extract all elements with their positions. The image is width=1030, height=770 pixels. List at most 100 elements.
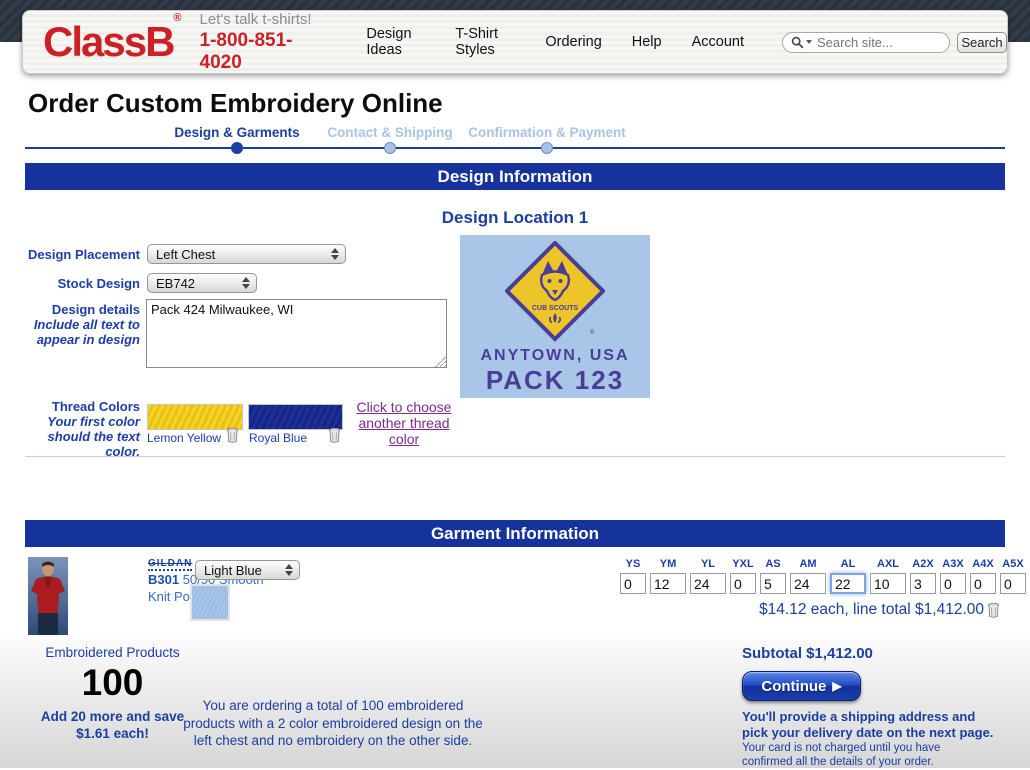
- search-icon: [791, 36, 812, 49]
- thread-name: Lemon Yellow: [147, 431, 221, 445]
- size-col-am: AM: [790, 558, 826, 594]
- remove-line-trash-icon[interactable]: [988, 603, 999, 623]
- design-preview: CUB SCOUTS ® ANYTOWN, USA PACK 123: [460, 235, 650, 398]
- design-details-sublabel: Include all text to: [0, 317, 140, 332]
- size-label: YXL: [732, 558, 753, 570]
- embroidered-products-label: Embroidered Products: [40, 645, 185, 660]
- thread-swatch-royal-blue[interactable]: [248, 404, 343, 430]
- size-input-axl[interactable]: [870, 573, 906, 594]
- garment-information-header: Garment Information: [25, 520, 1005, 547]
- select-stepper-icon: [242, 277, 250, 289]
- garment-color-value: Light Blue: [204, 563, 262, 578]
- size-input-al-focused[interactable]: [830, 573, 866, 594]
- design-details-label-text: Design details: [52, 302, 140, 317]
- step-dot-active-icon: [231, 142, 243, 154]
- design-location-title: Design Location 1: [0, 208, 1030, 228]
- size-input-am[interactable]: [790, 573, 826, 594]
- size-label: A2X: [912, 558, 933, 570]
- line-price: $14.12 each, line total $1,412.00: [600, 601, 984, 619]
- shipping-note: You'll provide a shipping address and pi…: [742, 709, 1000, 742]
- size-col-as: AS: [760, 558, 786, 594]
- size-label: AS: [765, 558, 780, 570]
- product-photo[interactable]: [28, 557, 68, 635]
- size-col-ym: YM: [650, 558, 686, 594]
- size-input-yl[interactable]: [690, 573, 726, 594]
- size-label: YS: [626, 558, 641, 570]
- size-col-a4x: A4X: [970, 558, 996, 594]
- size-col-yl: YL: [690, 558, 726, 594]
- search-input[interactable]: [817, 35, 932, 50]
- step-dot-icon: [384, 142, 396, 154]
- size-label: AL: [841, 558, 856, 570]
- preview-text-line2: PACK 123: [460, 365, 650, 396]
- classb-logo[interactable]: ClassB®: [43, 21, 182, 63]
- size-label: YM: [660, 558, 677, 570]
- page: ClassB® Let's talk t-shirts! 1-800-851-4…: [0, 0, 1030, 768]
- step-label: Contact & Shipping: [327, 125, 452, 140]
- section-divider: [25, 456, 1005, 457]
- step-design-garments: Design & Garments: [152, 125, 322, 140]
- size-col-a2x: A2X: [910, 558, 936, 594]
- size-label: AXL: [877, 558, 899, 570]
- design-details-label: Design details Include all text to appea…: [0, 302, 140, 347]
- card-note: Your card is not charged until you have …: [742, 741, 992, 770]
- size-input-a4x[interactable]: [970, 573, 996, 594]
- choose-link-line1: Click to choose: [357, 399, 452, 415]
- embroidered-products-count: 100: [40, 662, 185, 704]
- design-placement-label: Design Placement: [0, 247, 140, 262]
- garment-color-select[interactable]: Light Blue: [195, 560, 300, 580]
- size-input-a3x[interactable]: [940, 573, 966, 594]
- search-button[interactable]: Search: [957, 32, 1007, 53]
- textarea-resize-handle-icon[interactable]: [435, 356, 446, 367]
- size-input-a5x[interactable]: [1000, 573, 1026, 594]
- thread-name: Royal Blue: [249, 431, 307, 445]
- subtotal: Subtotal $1,412.00: [742, 645, 873, 662]
- size-input-a2x[interactable]: [910, 573, 936, 594]
- tagline: Let's talk t-shirts!: [200, 11, 319, 28]
- size-input-as[interactable]: [760, 573, 786, 594]
- continue-arrow-icon: ▶: [832, 679, 841, 693]
- nav-help[interactable]: Help: [632, 34, 662, 50]
- garment-color-swatch: [190, 584, 230, 621]
- save-note: Add 20 more and save $1.61 each!: [40, 709, 185, 743]
- size-inputs-row: YS YM YL YXL AS AM AL AXL A2X A3X A4X A5…: [620, 558, 1026, 594]
- select-stepper-icon: [285, 564, 293, 576]
- nav-tshirt-styles[interactable]: T-Shirt Styles: [455, 26, 515, 58]
- size-col-al: AL: [830, 558, 866, 594]
- nav-account[interactable]: Account: [692, 34, 744, 50]
- size-input-ys[interactable]: [620, 573, 646, 594]
- nav-design-ideas[interactable]: Design Ideas: [366, 26, 425, 58]
- size-label: AM: [799, 558, 816, 570]
- size-col-yxl: YXL: [730, 558, 756, 594]
- size-label: A4X: [972, 558, 993, 570]
- size-col-a5x: A5X: [1000, 558, 1026, 594]
- thread-swatch-lemon-yellow[interactable]: [147, 404, 243, 430]
- step-dot-icon: [541, 142, 553, 154]
- step-label: Design & Garments: [174, 125, 299, 140]
- continue-button[interactable]: Continue ▶: [742, 671, 861, 701]
- nav-ordering[interactable]: Ordering: [545, 34, 601, 50]
- select-stepper-icon: [331, 248, 339, 260]
- stock-design-value: EB742: [156, 276, 195, 291]
- search-scope-caret-icon: [806, 40, 812, 44]
- design-placement-select[interactable]: Left Chest: [147, 244, 346, 264]
- thread-colors-label: Thread Colors Your first color should th…: [0, 399, 140, 459]
- design-details-textarea[interactable]: Pack 424 Milwaukee, WI: [146, 299, 447, 368]
- size-label: A5X: [1002, 558, 1023, 570]
- design-details-sublabel: appear in design: [0, 332, 140, 347]
- choose-thread-color-link[interactable]: Click to choose another thread color: [346, 399, 462, 447]
- search-box[interactable]: [782, 32, 950, 53]
- step-contact-shipping: Contact & Shipping: [305, 125, 475, 140]
- size-col-ys: YS: [620, 558, 646, 594]
- main-nav: Design Ideas T-Shirt Styles Ordering Hel…: [366, 26, 744, 58]
- size-input-yxl[interactable]: [730, 573, 756, 594]
- remove-thread-trash-icon[interactable]: [329, 428, 340, 448]
- order-note: You are ordering a total of 100 embroide…: [178, 697, 488, 750]
- choose-link-line2: another thread color: [358, 415, 449, 447]
- stock-design-select[interactable]: EB742: [147, 273, 257, 293]
- size-input-ym[interactable]: [650, 573, 686, 594]
- remove-thread-trash-icon[interactable]: [227, 428, 238, 448]
- order-summary: Embroidered Products 100 Add 20 more and…: [0, 639, 1030, 768]
- svg-text:®: ®: [590, 329, 595, 336]
- svg-text:CUB SCOUTS: CUB SCOUTS: [532, 305, 579, 312]
